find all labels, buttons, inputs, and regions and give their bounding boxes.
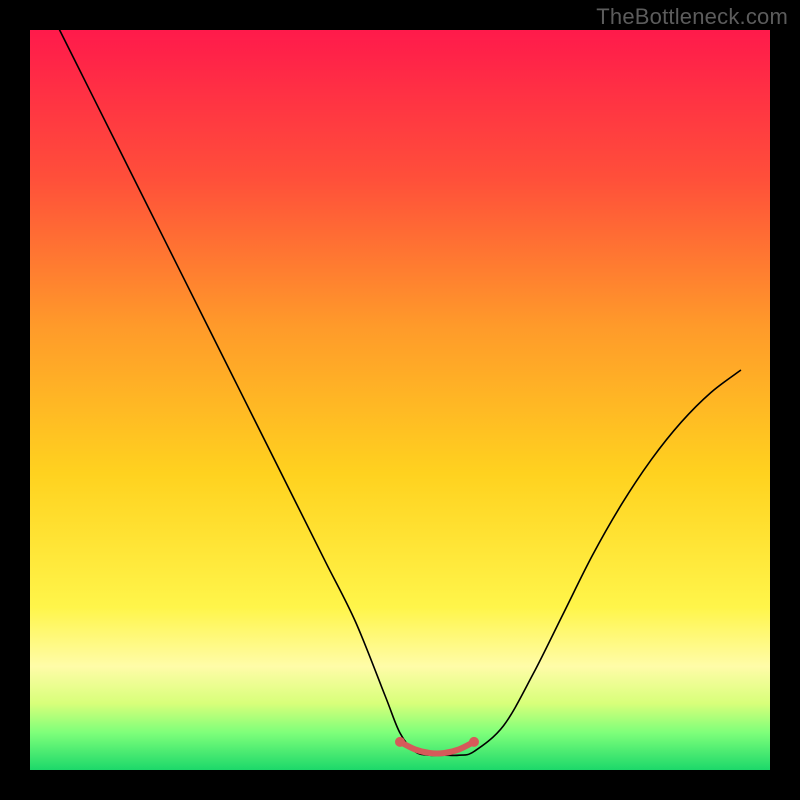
chart-frame: TheBottleneck.com: [0, 0, 800, 800]
bottleneck-chart: [0, 0, 800, 800]
watermark-text: TheBottleneck.com: [596, 4, 788, 30]
plot-background: [30, 30, 770, 770]
endpoint-dot: [469, 737, 479, 747]
endpoint-dot: [395, 737, 405, 747]
